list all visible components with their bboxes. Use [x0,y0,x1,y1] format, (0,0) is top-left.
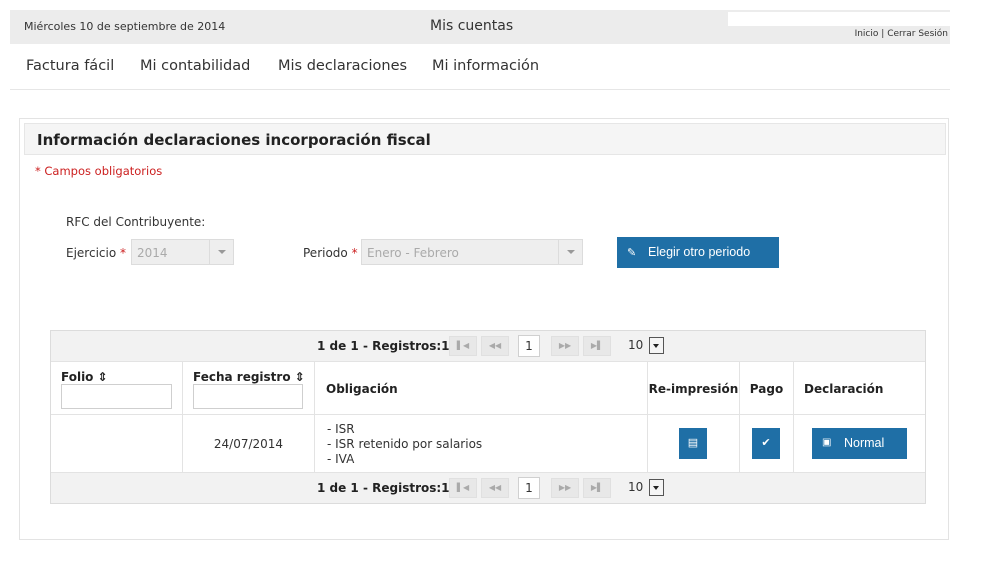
last-page-icon[interactable]: ▶▌ [583,478,611,498]
pager-info: 1 de 1 - Registros:1 [317,339,450,353]
obligations-list: - ISR - ISR retenido por salarios - IVA [327,422,482,467]
cell-reimpresion: ▤ [648,415,740,472]
list-item: - IVA [327,452,355,466]
app-title: Mis cuentas [430,18,514,34]
payment-button[interactable]: ✔ [752,428,780,459]
periodo-select[interactable]: Enero - Febrero [361,239,583,265]
chevron-down-icon [558,240,582,264]
top-search-box[interactable] [728,12,950,26]
list-item: - ISR [327,422,355,436]
rfc-label: RFC del Contribuyente: [66,215,206,229]
table-row: 24/07/2014 - ISR - ISR retenido por sala… [51,415,925,473]
declarations-panel: Información declaraciones incorporación … [19,118,949,540]
nav-item-mi-contabilidad[interactable]: Mi contabilidad [140,58,250,74]
col-declaracion-label: Declaración [804,382,884,396]
periodo-label-text: Periodo [303,246,348,260]
ejercicio-label: Ejercicio * [66,246,126,260]
pager-info: 1 de 1 - Registros:1 [317,481,450,495]
choose-period-label: Elegir otro periodo [648,245,751,259]
required-star: * [120,246,127,260]
print-icon: ▤ [687,437,699,449]
top-bar: Miércoles 10 de septiembre de 2014 Mis c… [10,10,950,44]
nav-item-mis-declaraciones[interactable]: Mis declaraciones [278,58,407,74]
main-nav: Factura fácil Mi contabilidad Mis declar… [10,44,950,90]
chevron-down-icon [209,240,233,264]
cell-obligacion: - ISR - ISR retenido por salarios - IVA [315,415,648,472]
session-links: Inicio | Cerrar Sesión [855,29,948,39]
col-pago: Pago [740,362,794,414]
sort-icon[interactable]: ⇕ [295,370,305,384]
required-fields-note: * Campos obligatorios [35,164,163,178]
chevron-down-icon [649,479,664,496]
panel-title: Información declaraciones incorporación … [37,131,431,149]
table-header: Folio ⇕ Fecha registro ⇕ Obligación Re-i… [51,361,925,415]
home-link[interactable]: Inicio [855,29,879,39]
sort-icon[interactable]: ⇕ [98,370,108,384]
col-folio[interactable]: Folio ⇕ [51,362,183,414]
current-date: Miércoles 10 de septiembre de 2014 [24,20,226,33]
panel-header: Información declaraciones incorporación … [24,123,946,155]
declarations-table: 1 de 1 - Registros:1 ▌◀ ◀◀ 1 ▶▶ ▶▌ 10 Fo… [50,330,926,504]
col-reimpresion-label: Re-impresión [648,382,739,396]
fecha-filter-input[interactable] [193,384,303,409]
chevron-down-icon [649,337,664,354]
cell-fecha-value: 24/07/2014 [213,437,284,451]
normal-declaration-button[interactable]: ▣ Normal [812,428,907,459]
page-size-value: 10 [628,338,644,352]
prev-page-icon[interactable]: ◀◀ [481,478,509,498]
col-reimpresion: Re-impresión [648,362,740,414]
pager-top: 1 de 1 - Registros:1 ▌◀ ◀◀ 1 ▶▶ ▶▌ 10 [51,331,925,361]
page-number-input[interactable]: 1 [518,335,540,357]
col-obligacion: Obligación [315,362,648,414]
col-fecha-label: Fecha registro ⇕ [193,370,305,384]
cell-pago: ✔ [740,415,794,472]
reprint-button[interactable]: ▤ [679,428,707,459]
pager-bottom: 1 de 1 - Registros:1 ▌◀ ◀◀ 1 ▶▶ ▶▌ 10 [51,473,925,503]
col-declaracion: Declaración [794,362,925,414]
page-size-select[interactable]: 10 [626,337,666,355]
ejercicio-label-text: Ejercicio [66,246,117,260]
next-page-icon[interactable]: ▶▶ [551,478,579,498]
nav-item-mi-informacion[interactable]: Mi información [432,58,539,74]
col-pago-label: Pago [749,382,784,396]
col-obligacion-label: Obligación [326,382,398,396]
periodo-value: Enero - Febrero [367,246,459,260]
periodo-label: Periodo * [303,246,358,260]
col-fecha-registro[interactable]: Fecha registro ⇕ [183,362,315,414]
required-star: * [351,246,358,260]
normal-button-label: Normal [844,436,885,450]
logout-link[interactable]: Cerrar Sesión [887,29,948,39]
page-size-value: 10 [628,480,644,494]
pencil-icon: ✎ [627,247,637,259]
col-folio-label: Folio ⇕ [61,370,108,384]
document-icon: ▣ [822,437,832,448]
check-icon: ✔ [761,437,771,449]
links-separator: | [881,29,885,39]
page-number-input[interactable]: 1 [518,477,540,499]
first-page-icon[interactable]: ▌◀ [449,478,477,498]
ejercicio-select[interactable]: 2014 [131,239,234,265]
last-page-icon[interactable]: ▶▌ [583,336,611,356]
list-item: - ISR retenido por salarios [327,437,483,451]
cell-fecha: 24/07/2014 [183,415,315,472]
ejercicio-value: 2014 [137,246,168,260]
cell-folio [51,415,183,472]
prev-page-icon[interactable]: ◀◀ [481,336,509,356]
choose-period-button[interactable]: ✎ Elegir otro periodo [617,237,779,268]
first-page-icon[interactable]: ▌◀ [449,336,477,356]
folio-filter-input[interactable] [61,384,172,409]
cell-declaracion: ▣ Normal [794,415,925,472]
page-size-select[interactable]: 10 [626,479,666,497]
nav-item-factura-facil[interactable]: Factura fácil [26,58,114,74]
next-page-icon[interactable]: ▶▶ [551,336,579,356]
